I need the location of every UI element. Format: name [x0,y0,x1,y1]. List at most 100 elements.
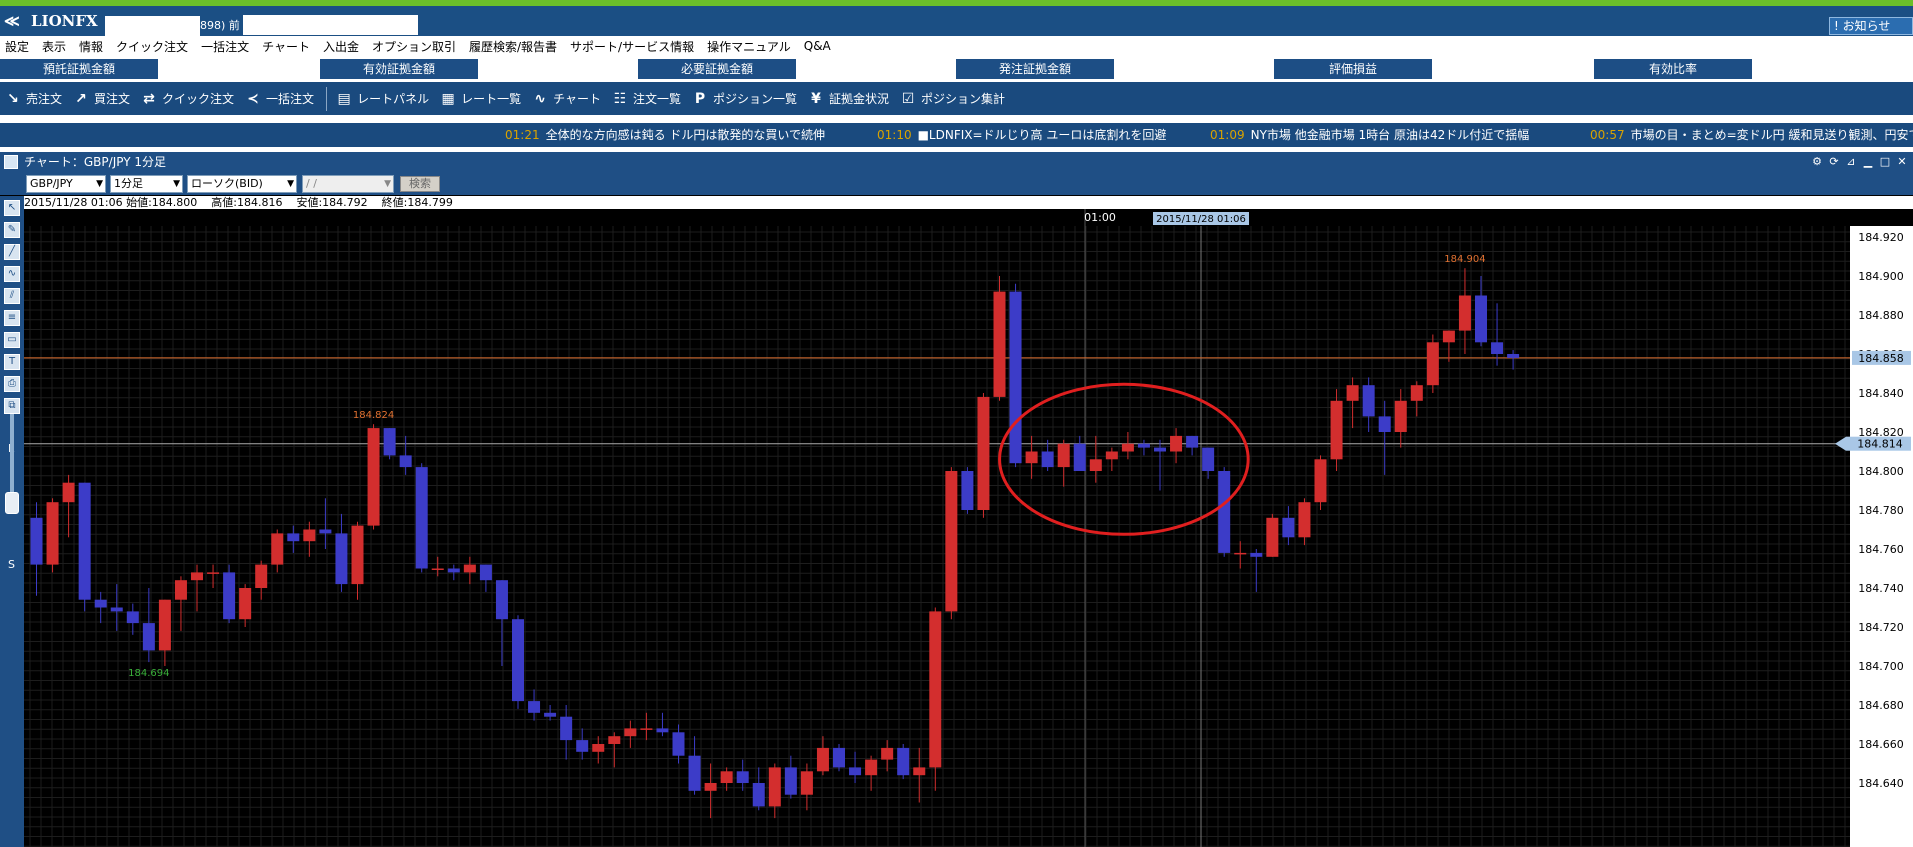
toolbar-label: ポジション一覧 [713,92,798,106]
toolbar-button-3[interactable]: ≺ 一括注文 [244,90,314,108]
minimize-icon[interactable]: ▁ [1861,155,1875,169]
account-fragment: 898) 前 [200,19,240,32]
chart-background [24,209,1913,847]
toolbar-button-8[interactable]: P ポジション一覧 [691,90,797,108]
settings-icon[interactable]: ⚙ [1810,155,1824,169]
candle-body [1089,459,1102,471]
buy-arrow-icon: ↗ [75,90,87,107]
y-tick-label: 184.880 [1858,309,1904,322]
trendline-tool-icon[interactable]: ╱ [4,244,20,260]
candle-body [1282,517,1295,538]
price-tag-label: 184.858 [1858,352,1904,365]
text-tool-icon[interactable]: T [4,354,20,370]
chart-window-title: チャート：GBP/JPY 1分足 ⚙ ⟳ ⊿ ▁ □ ✕ [0,152,1913,172]
toolbar-button-4[interactable]: ▤ レートパネル [335,90,429,108]
candle-body [1330,400,1343,460]
candle-body [447,568,460,573]
menu-item-4[interactable]: 一括注文 [196,38,257,55]
candle-body [704,783,717,791]
toolbar-label: チャート [553,92,601,106]
candle-body [1234,552,1247,555]
candle-body [688,755,701,791]
news-ticker[interactable]: 01:21 全体的な方向感は鈍る ドル円は散発的な買いで続伸 01:10 ■LDNFI… [0,123,1913,147]
toolbar-label: 売注文 [26,92,63,106]
candle-body [271,533,284,565]
candle-body [1041,451,1054,468]
menu-item-11[interactable]: Q&A [799,39,839,53]
menu-item-10[interactable]: 操作マニュアル [702,38,799,55]
window-controls: ⚙ ⟳ ⊿ ▁ □ ✕ [1807,155,1909,169]
candle-body [608,736,621,744]
toolbar-label: レートパネル [357,92,430,106]
print-tool-icon[interactable]: ⎙ [4,376,20,392]
candle-body [94,599,107,608]
menu-item-6[interactable]: 入出金 [318,38,367,55]
status-label-3: 発注証拠金額 [956,59,1114,79]
candle-body [849,767,862,776]
app-title-bar: ≪ LIONFX 898) 前 ! お知らせ [0,6,1913,38]
copy-tool-icon[interactable]: ⧉ [4,398,20,414]
toolbar-button-1[interactable]: ↗ 買注文 [72,90,130,108]
toolbar-button-6[interactable]: ∿ チャート [531,90,601,108]
menu-item-1[interactable]: 表示 [37,38,74,55]
cursor-tool-icon[interactable]: ↖ [4,200,20,216]
toolbar-button-2[interactable]: ⇄ クイック注文 [140,90,234,108]
toolbar-button-5[interactable]: ▦ レート一覧 [439,90,521,108]
toolbar-label: 買注文 [94,92,131,106]
date-input[interactable]: / / ▼ [302,175,394,193]
close-icon[interactable]: ✕ [1895,155,1909,169]
y-tick-label: 184.800 [1858,465,1904,478]
candle-body [1426,342,1439,386]
refresh-icon[interactable]: ⟳ [1827,155,1841,169]
menu-item-5[interactable]: チャート [257,38,318,55]
candle-body [1250,552,1263,557]
pen-tool-icon[interactable]: ✎ [4,222,20,238]
candle-body [1314,459,1327,503]
ticker-item[interactable]: 01:21 全体的な方向感は鈍る ドル円は散発的な買いで続伸 [505,123,825,147]
order-list-icon: ☷ [613,90,627,107]
status-label-4: 評価損益 [1274,59,1432,79]
candle-body [1410,385,1423,401]
ticker-time: 01:21 [505,128,540,142]
chart-title: チャート：GBP/JPY 1分足 [24,155,166,169]
drawing-tools-sidebar: ↖ ✎ ╱ ∿ ⫽ ≡ ▭ T ⎙ ⧉ L S [0,196,24,847]
timeframe-select[interactable]: 1分足 ▼ [110,175,183,193]
candle-body [640,728,653,730]
candle-body [239,588,252,620]
chevron-down-icon: ▼ [287,179,294,189]
ticker-item[interactable]: 00:57 市場の目・まとめ=変ドル円 緩和見送り観測、円安で [1590,123,1913,147]
menu-item-9[interactable]: サポート/サービス情報 [565,38,702,55]
notice-button[interactable]: ! お知らせ [1829,17,1913,35]
toolbar-button-9[interactable]: ¥ 証拠金状況 [807,90,889,108]
ticker-text: ■LDNFIX=ドルじり高 ユーロは底割れを回避 [917,128,1167,142]
candle-body [191,572,203,581]
rectangle-tool-icon[interactable]: ▭ [4,332,20,348]
chart-type-select[interactable]: ローソク(BID) ▼ [187,175,297,193]
candle-body [1105,451,1118,460]
toolbar-button-10[interactable]: ☑ ポジション集計 [899,90,1005,108]
indicator-tool-icon[interactable]: ∿ [4,266,20,282]
candle-body [1378,416,1391,432]
candle-body [207,572,220,574]
menu-item-7[interactable]: オプション取引 [367,38,464,55]
menu-item-3[interactable]: クイック注文 [111,38,196,55]
ticker-item[interactable]: 01:09 NY市場 他金融市場 1時台 原油は42ドル付近で揺幅 [1210,123,1529,147]
candlestick-chart[interactable]: 184.920184.900184.880184.860184.840184.8… [24,209,1913,847]
toolbar-button-7[interactable]: ☷ 注文一覧 [611,90,681,108]
channel-tool-icon[interactable]: ⫽ [4,288,20,304]
menu-item-0[interactable]: 設定 [0,38,37,55]
maximize-icon[interactable]: □ [1878,155,1892,169]
menu-item-2[interactable]: 情報 [74,38,111,55]
menu-item-8[interactable]: 履歴検索/報告書 [464,38,565,55]
search-button[interactable]: 検索 [400,176,440,192]
pin-icon[interactable]: ⊿ [1844,155,1858,169]
fibonacci-tool-icon[interactable]: ≡ [4,310,20,326]
candle-body [1442,330,1455,343]
pair-select[interactable]: GBP/JPY ▼ [26,175,106,193]
zoom-slider-handle[interactable] [5,492,19,514]
candle-body [993,291,1006,397]
toolbar-button-0[interactable]: ↘ 売注文 [4,90,62,108]
ticker-item[interactable]: 01:10 ■LDNFIX=ドルじり高 ユーロは底割れを回避 [877,123,1166,147]
lionfx-logo: ≪ LIONFX [4,10,98,32]
candle-body [431,568,444,570]
